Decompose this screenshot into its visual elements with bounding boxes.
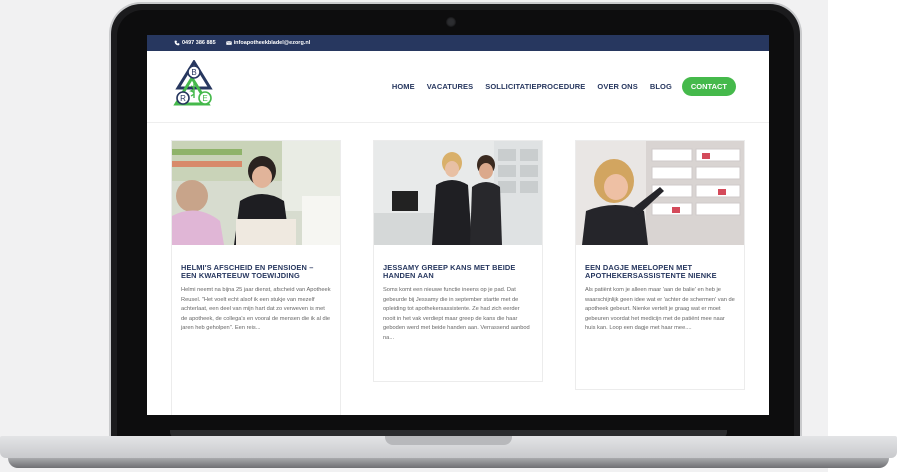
- nav-sollicitatieprocedure[interactable]: SOLLICITATIEPROCEDURE: [485, 82, 585, 91]
- nav-home[interactable]: HOME: [392, 82, 415, 91]
- blog-post-card: JESSAMY GREEP KANS MET BEIDE HANDEN AAN …: [373, 140, 543, 382]
- logo-letter-b: B: [191, 68, 196, 77]
- nav-blog[interactable]: BLOG: [650, 82, 672, 91]
- post-image-pharmacy-counter[interactable]: [172, 141, 340, 245]
- top-contact-bar: 0497 386 885 infoapotheekbladel@ezorg.nl: [147, 35, 769, 51]
- phone-icon: [174, 40, 180, 46]
- nav-vacatures[interactable]: VACATURES: [427, 82, 473, 91]
- post-excerpt: Helmi neemt na bijna 25 jaar dienst, afs…: [181, 287, 331, 332]
- contact-button[interactable]: CONTACT: [681, 77, 736, 96]
- post-excerpt: Soms komt een nieuwe functie ineens op j…: [383, 287, 530, 341]
- post-image-two-assistants[interactable]: [374, 141, 542, 245]
- email-address: infoapotheekbladel@ezorg.nl: [233, 40, 311, 46]
- blog-post-card: HELMI'S AFSCHEID EN PENSIOEN – EEN KWART…: [171, 140, 341, 415]
- phone-number: 0497 386 885: [182, 40, 216, 46]
- envelope-icon: [225, 41, 232, 45]
- logo-letter-e: E: [202, 94, 207, 103]
- post-title[interactable]: EEN DAGJE MEELOPEN MET APOTHEKERSASSISTE…: [585, 264, 735, 279]
- laptop-base: [0, 436, 897, 472]
- background-right: [828, 0, 897, 472]
- post-excerpt: Als patiënt kom je alleen maar 'aan de b…: [585, 287, 735, 332]
- email-contact[interactable]: infoapotheekbladel@ezorg.nl: [225, 40, 311, 46]
- phone-contact[interactable]: 0497 386 885: [174, 40, 216, 46]
- post-title[interactable]: HELMI'S AFSCHEID EN PENSIOEN – EEN KWART…: [181, 264, 331, 279]
- webcam: [446, 17, 456, 27]
- laptop-base-bottom: [8, 458, 889, 468]
- browser-screen: 0497 386 885 infoapotheekbladel@ezorg.nl…: [147, 35, 769, 415]
- post-title[interactable]: JESSAMY GREEP KANS MET BEIDE HANDEN AAN: [383, 264, 533, 279]
- laptop-base-notch: [385, 436, 512, 445]
- post-body: EEN DAGJE MEELOPEN MET APOTHEKERSASSISTE…: [576, 250, 744, 342]
- site-logo[interactable]: B R E: [172, 60, 216, 108]
- post-body: JESSAMY GREEP KANS MET BEIDE HANDEN AAN …: [374, 250, 542, 351]
- main-nav: HOME VACATURES SOLLICITATIEPROCEDURE OVE…: [380, 77, 736, 96]
- site-header: B R E HOME VACATURES SOLLICITATIEPROCEDU…: [147, 51, 769, 123]
- post-image-assistant-shelves[interactable]: [576, 141, 744, 245]
- post-body: HELMI'S AFSCHEID EN PENSIOEN – EEN KWART…: [172, 250, 340, 342]
- blog-posts: HELMI'S AFSCHEID EN PENSIOEN – EEN KWART…: [171, 140, 745, 415]
- nav-over-ons[interactable]: OVER ONS: [597, 82, 637, 91]
- logo-letter-r: R: [180, 94, 186, 103]
- blog-post-card: EEN DAGJE MEELOPEN MET APOTHEKERSASSISTE…: [575, 140, 745, 390]
